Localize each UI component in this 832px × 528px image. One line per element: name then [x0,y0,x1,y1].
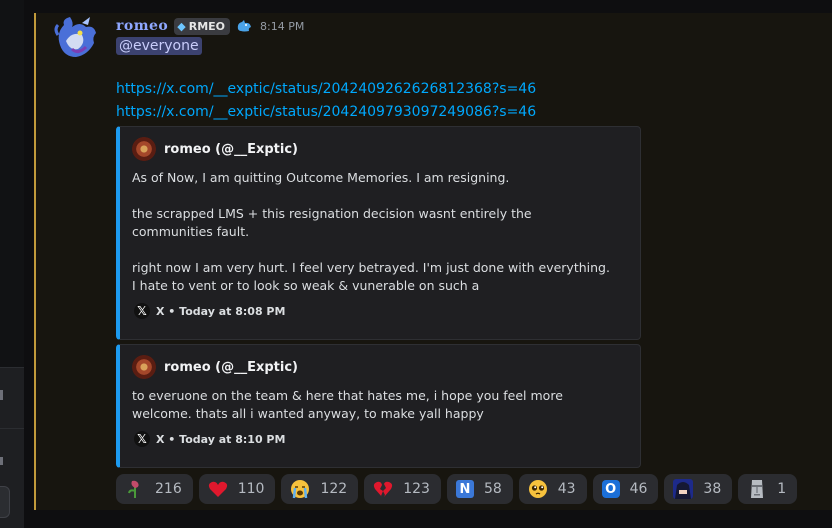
embed-author[interactable]: romeo (@__Exptic) [132,355,298,379]
reaction-count: 122 [320,481,348,497]
reaction-count: 46 [629,481,648,497]
dragon-icon[interactable] [236,19,252,33]
embed-author-name[interactable]: romeo (@__Exptic) [164,360,298,375]
message-header: romeo ◆ RMEO 8:14 PM [116,17,304,35]
pleading-face-icon [528,479,548,499]
embed-author-avatar [132,137,156,161]
message-timestamp: 8:14 PM [260,19,305,33]
panel-indicator [0,457,3,465]
panel-indicator [0,390,3,400]
embed-paragraph: the scrapped LMS + this resignation deci… [132,206,532,239]
reaction-count: 216 [155,481,182,497]
reaction-count: 38 [703,481,722,497]
embed-footer: 𝕏 X • Today at 8:10 PM [134,431,285,447]
reaction-count: 43 [557,481,576,497]
reaction-button[interactable]: 110 [198,474,276,504]
x-logo-icon: 𝕏 [134,431,150,447]
dragon-avatar[interactable] [52,15,100,59]
embed-footer-text: X • Today at 8:10 PM [156,432,286,446]
side-panel-fragment [0,367,24,528]
anime-character-icon [673,479,694,499]
server-tag[interactable]: ◆ RMEO [174,17,231,35]
reaction-count: 123 [403,481,430,497]
reaction-button[interactable]: 216 [116,474,193,504]
embed-paragraph: As of Now, I am quitting Outcome Memorie… [132,170,510,185]
tweet-embed[interactable]: romeo (@__Exptic) As of Now, I am quitti… [116,126,641,340]
reaction-button[interactable]: 38 [664,474,733,504]
reaction-count: 110 [237,481,265,497]
reaction-button[interactable]: 1 [738,474,798,504]
panel-button[interactable] [0,486,10,518]
everyone-mention[interactable]: @everyone [116,37,202,55]
n-letter-icon: N [455,480,474,498]
reaction-button[interactable]: 43 [518,474,587,504]
message-item[interactable]: romeo ◆ RMEO 8:14 PM @everyone https://x… [34,13,832,510]
reaction-button[interactable]: 123 [364,474,441,504]
embed-paragraph: right now I am very hurt. I feel very be… [132,260,610,293]
tweet-embed[interactable]: romeo (@__Exptic) to everuone on the tea… [116,344,641,468]
embed-footer: 𝕏 X • Today at 8:08 PM [134,303,285,319]
red-heart-icon [208,479,228,499]
panel-divider [0,428,24,429]
tweet-link[interactable]: https://x.com/__exptic/status/2042409262… [116,81,536,97]
x-logo-icon: 𝕏 [134,303,150,319]
username[interactable]: romeo [116,18,168,34]
rose-wilted-icon [125,479,145,499]
gem-icon: ◆ [177,19,186,33]
reaction-count: 58 [483,481,502,497]
moai-icon [747,479,767,499]
broken-heart-icon [373,479,393,499]
embed-footer-text: X • Today at 8:08 PM [156,304,286,318]
reaction-button[interactable]: O 46 [592,474,659,504]
server-tag-label: RMEO [188,19,226,33]
embed-author-avatar [132,355,156,379]
sob-icon [290,479,310,499]
embed-paragraph: to everuone on the team & here that hate… [132,388,563,421]
embed-author[interactable]: romeo (@__Exptic) [132,137,298,161]
o-letter-icon: O [601,480,620,498]
tweet-link[interactable]: https://x.com/__exptic/status/2042409793… [116,104,536,120]
embed-author-name[interactable]: romeo (@__Exptic) [164,142,298,157]
reaction-bar: 216 110 122 123 N 58 43 O 46 38 1 [116,474,798,504]
chat-background [34,510,832,527]
reaction-count: 1 [777,481,787,497]
reaction-button[interactable]: N 58 [446,474,513,504]
reaction-button[interactable]: 122 [281,474,359,504]
